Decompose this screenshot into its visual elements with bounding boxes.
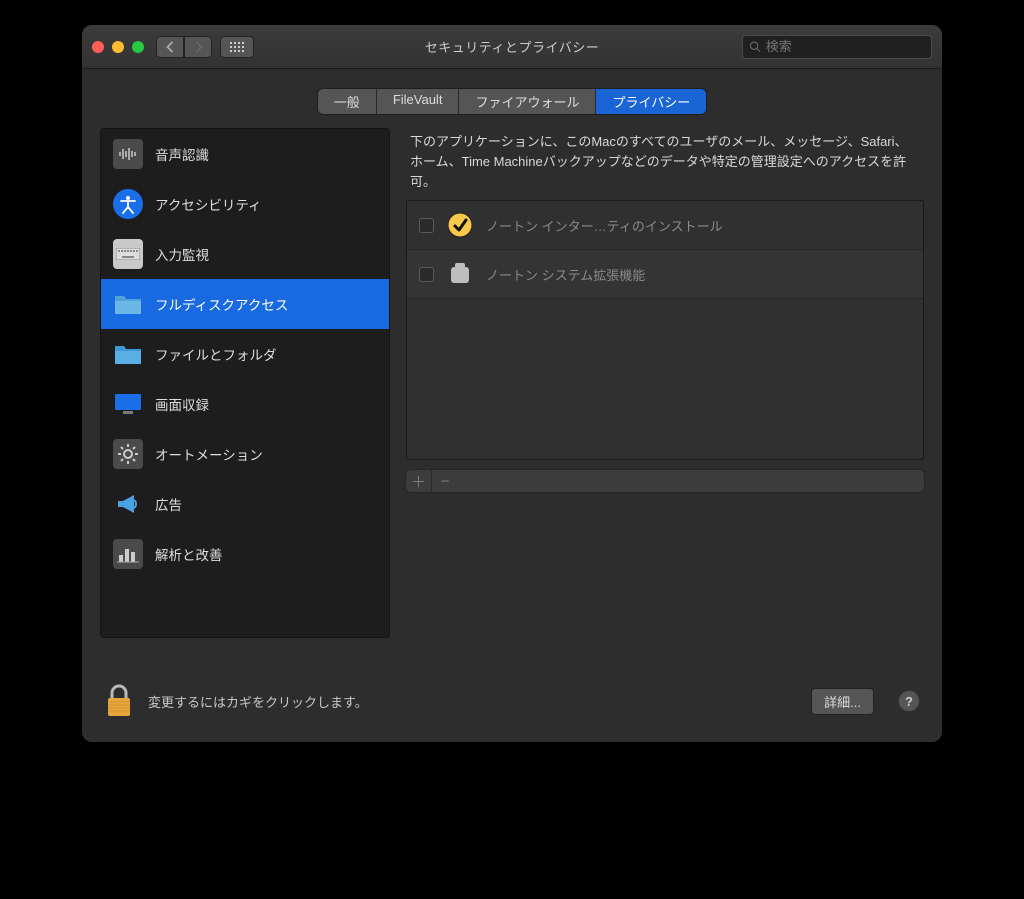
tab-firewall[interactable]: ファイアウォール	[459, 89, 596, 114]
preferences-window: セキュリティとプライバシー 一般 FileVault ファイアウォール プライバ…	[82, 25, 942, 742]
app-row[interactable]: ノートン システム拡張機能	[407, 250, 923, 299]
tabs: 一般 FileVault ファイアウォール プライバシー	[318, 89, 706, 114]
tab-filevault[interactable]: FileVault	[377, 89, 460, 114]
gear-icon	[113, 439, 143, 469]
sidebar-item-label: 入力監視	[155, 244, 209, 264]
footer: 変更するにはカギをクリックします。 詳細... ?	[82, 656, 942, 742]
bar-chart-icon	[113, 539, 143, 569]
privacy-sidebar[interactable]: 音声認識 アクセシビリティ 入力監視 フルディスクアクセス	[100, 128, 390, 638]
sidebar-item-label: フルディスクアクセス	[155, 294, 288, 314]
tabs-row: 一般 FileVault ファイアウォール プライバシー	[82, 69, 942, 128]
sidebar-item-speech-recognition[interactable]: 音声認識	[101, 129, 389, 179]
sidebar-item-label: 広告	[155, 494, 182, 514]
sidebar-item-analytics[interactable]: 解析と改善	[101, 529, 389, 579]
grid-icon	[230, 42, 244, 52]
sidebar-item-advertising[interactable]: 広告	[101, 479, 389, 529]
tab-privacy[interactable]: プライバシー	[596, 89, 706, 114]
norton-icon	[446, 211, 474, 239]
sidebar-item-label: ファイルとフォルダ	[155, 344, 277, 364]
description-text: 下のアプリケーションに、このMacのすべてのユーザのメール、メッセージ、Safa…	[406, 128, 924, 200]
app-checkbox[interactable]	[419, 267, 434, 282]
search-input[interactable]	[766, 39, 925, 54]
app-row[interactable]: ノートン インター…ティのインストール	[407, 201, 923, 250]
sidebar-item-label: 音声認識	[155, 144, 209, 164]
remove-button[interactable]: −	[432, 470, 458, 492]
tab-general[interactable]: 一般	[318, 89, 377, 114]
forward-button[interactable]	[184, 36, 212, 58]
sidebar-item-label: 画面収録	[155, 394, 209, 414]
minimize-window-button[interactable]	[112, 41, 124, 53]
content-panel: 下のアプリケーションに、このMacのすべてのユーザのメール、メッセージ、Safa…	[406, 128, 924, 638]
accessibility-icon	[113, 189, 143, 219]
sidebar-item-label: 解析と改善	[155, 544, 223, 564]
sidebar-item-full-disk-access[interactable]: フルディスクアクセス	[101, 279, 389, 329]
folder-icon	[113, 339, 143, 369]
app-name: ノートン システム拡張機能	[486, 265, 645, 284]
search-icon	[749, 40, 761, 53]
help-button[interactable]: ?	[898, 690, 920, 712]
sidebar-item-label: オートメーション	[155, 444, 263, 464]
display-icon	[113, 389, 143, 419]
zoom-window-button[interactable]	[132, 41, 144, 53]
nav-buttons	[156, 36, 212, 58]
sidebar-item-automation[interactable]: オートメーション	[101, 429, 389, 479]
keyboard-icon	[113, 239, 143, 269]
close-window-button[interactable]	[92, 41, 104, 53]
back-button[interactable]	[156, 36, 184, 58]
app-checkbox[interactable]	[419, 218, 434, 233]
add-button[interactable]: ＋	[406, 470, 432, 492]
lock-text: 変更するにはカギをクリックします。	[148, 692, 368, 711]
sidebar-item-accessibility[interactable]: アクセシビリティ	[101, 179, 389, 229]
extension-icon	[446, 260, 474, 288]
window-controls	[92, 41, 144, 53]
details-button[interactable]: 詳細...	[811, 688, 874, 715]
sidebar-item-screen-recording[interactable]: 画面収録	[101, 379, 389, 429]
lock-button[interactable]	[104, 684, 134, 718]
sidebar-item-files-and-folders[interactable]: ファイルとフォルダ	[101, 329, 389, 379]
sidebar-item-label: アクセシビリティ	[155, 194, 262, 214]
app-list[interactable]: ノートン インター…ティのインストール ノートン システム拡張機能	[406, 200, 924, 460]
search-field[interactable]	[742, 35, 932, 59]
folder-icon	[113, 289, 143, 319]
sidebar-item-input-monitoring[interactable]: 入力監視	[101, 229, 389, 279]
show-all-button[interactable]	[220, 36, 254, 58]
add-remove-buttons: ＋ −	[406, 470, 924, 492]
app-name: ノートン インター…ティのインストール	[486, 216, 723, 235]
titlebar: セキュリティとプライバシー	[82, 25, 942, 69]
main-content: 音声認識 アクセシビリティ 入力監視 フルディスクアクセス	[82, 128, 942, 656]
waveform-icon	[113, 139, 143, 169]
megaphone-icon	[113, 489, 143, 519]
